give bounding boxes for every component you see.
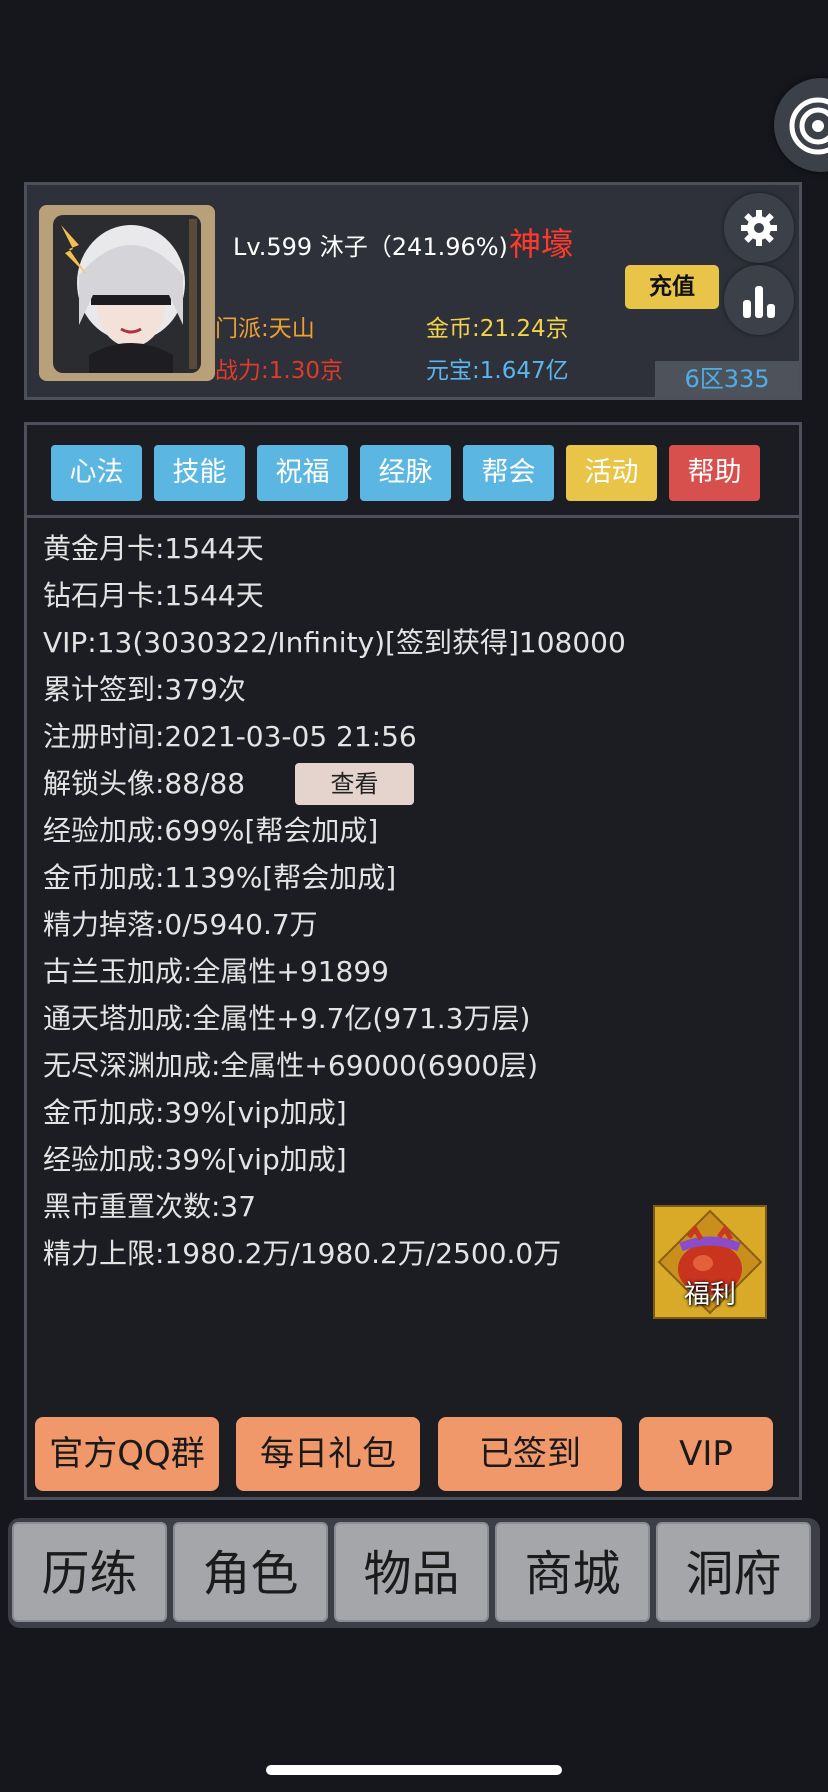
info-row: 金币加成:39%[vip加成] bbox=[43, 1096, 347, 1129]
bottom-nav: 历练 角色 物品 商城 洞府 bbox=[8, 1518, 820, 1628]
info-row: 黄金月卡:1544天 bbox=[43, 532, 264, 565]
tab-guild[interactable]: 帮会 bbox=[463, 445, 554, 501]
official-qq-group-button[interactable]: 官方QQ群 bbox=[35, 1417, 219, 1491]
view-avatars-button[interactable]: 查看 bbox=[295, 763, 414, 805]
nav-shop[interactable]: 商城 bbox=[495, 1522, 650, 1622]
info-row: 无尽深渊加成:全属性+69000(6900层) bbox=[43, 1049, 539, 1082]
info-row: 累计签到:379次 bbox=[43, 673, 246, 706]
info-row: VIP:13(3030322/Infinity)[签到获得]108000 bbox=[43, 626, 626, 659]
tab-skills[interactable]: 技能 bbox=[154, 445, 245, 501]
info-row: 通天塔加成:全属性+9.7亿(971.3万层) bbox=[43, 1002, 531, 1035]
recharge-button[interactable]: 充值 bbox=[625, 265, 719, 309]
tab-help[interactable]: 帮助 bbox=[669, 445, 760, 501]
signed-in-button[interactable]: 已签到 bbox=[438, 1417, 622, 1491]
ingot-label: 元宝:1.647亿 bbox=[426, 358, 569, 384]
server-label[interactable]: 6区335 bbox=[655, 361, 799, 397]
nav-training[interactable]: 历练 bbox=[12, 1522, 167, 1622]
avatar[interactable] bbox=[39, 205, 215, 381]
info-row: 注册时间:2021-03-05 21:56 bbox=[43, 720, 417, 753]
floating-menu-button[interactable] bbox=[774, 78, 828, 172]
tab-events[interactable]: 活动 bbox=[566, 445, 657, 501]
info-row-label: 解锁头像:88/88 bbox=[43, 767, 246, 800]
sect-label: 门派:天山 bbox=[215, 316, 315, 342]
ranking-button[interactable] bbox=[724, 265, 794, 335]
nav-items[interactable]: 物品 bbox=[334, 1522, 489, 1622]
tab-meridians[interactable]: 经脉 bbox=[360, 445, 451, 501]
daily-gift-button[interactable]: 每日礼包 bbox=[236, 1417, 420, 1491]
home-indicator bbox=[266, 1765, 562, 1775]
nav-cave[interactable]: 洞府 bbox=[656, 1522, 811, 1622]
info-row: 精力上限:1980.2万/1980.2万/2500.0万 bbox=[43, 1237, 562, 1270]
info-row: 金币加成:1139%[帮会加成] bbox=[43, 861, 397, 894]
swirl-icon bbox=[789, 97, 828, 155]
vip-button[interactable]: VIP bbox=[639, 1417, 773, 1491]
profile-card: Lv.599 沐子（241.96%) 神壕 门派:天山 战力:1.30京 金币:… bbox=[24, 182, 802, 400]
info-row: 钻石月卡:1544天 bbox=[43, 579, 264, 612]
info-row: 精力掉落:0/5940.7万 bbox=[43, 908, 318, 941]
power-label: 战力:1.30京 bbox=[215, 358, 343, 384]
welfare-button[interactable]: 福利 bbox=[653, 1205, 767, 1319]
info-row: 古兰玉加成:全属性+91899 bbox=[43, 955, 389, 988]
info-panel: 心法 技能 祝福 经脉 帮会 活动 帮助 黄金月卡:1544天 钻石月卡:154… bbox=[24, 422, 802, 1500]
tab-mental-method[interactable]: 心法 bbox=[51, 445, 142, 501]
player-title: 神壕 bbox=[509, 225, 574, 263]
settings-button[interactable] bbox=[724, 193, 794, 263]
tab-bar: 心法 技能 祝福 经脉 帮会 活动 帮助 bbox=[27, 425, 799, 518]
info-row: 黑市重置次数:37 bbox=[43, 1190, 257, 1223]
bar-chart-icon bbox=[743, 286, 775, 318]
nav-character[interactable]: 角色 bbox=[173, 1522, 328, 1622]
info-row: 经验加成:39%[vip加成] bbox=[43, 1143, 347, 1176]
welfare-label: 福利 bbox=[683, 1280, 736, 1310]
info-row-avatars: 解锁头像:88/88 查看 bbox=[43, 760, 626, 807]
player-level-name: Lv.599 沐子（241.96%) bbox=[233, 233, 508, 261]
tab-blessing[interactable]: 祝福 bbox=[257, 445, 348, 501]
info-list: 黄金月卡:1544天 钻石月卡:1544天 VIP:13(3030322/Inf… bbox=[43, 525, 626, 1277]
gold-label: 金币:21.24京 bbox=[426, 316, 569, 342]
gear-icon bbox=[741, 210, 777, 246]
info-row: 经验加成:699%[帮会加成] bbox=[43, 814, 379, 847]
